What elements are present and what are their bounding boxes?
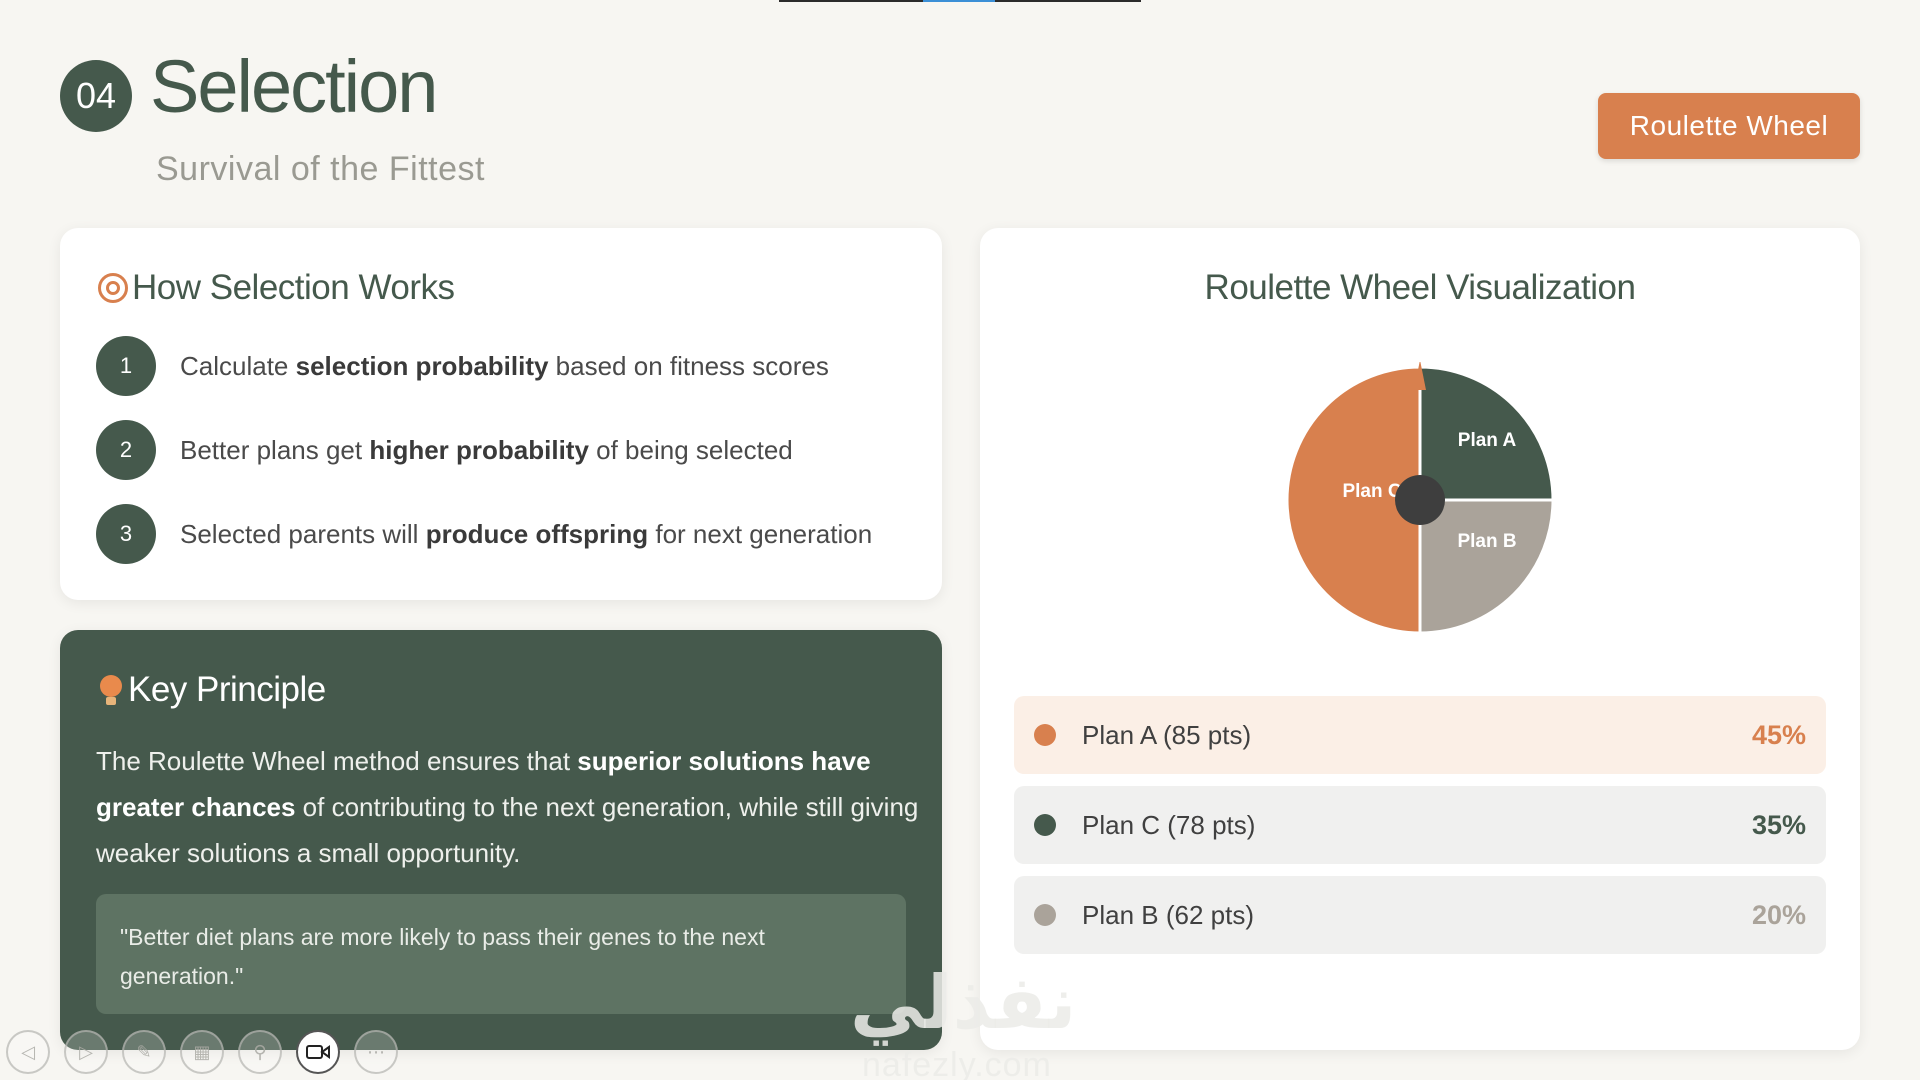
step-text-bold: higher probability xyxy=(369,434,589,465)
plan-percent: 45% xyxy=(1751,719,1806,750)
step-text: Calculate selection probability based on… xyxy=(180,351,829,382)
visualization-title: Roulette Wheel Visualization xyxy=(1204,268,1636,307)
key-principle-card: Key Principle The Roulette Wheel method … xyxy=(60,630,942,1050)
plan-percent: 35% xyxy=(1751,809,1806,840)
roulette-wheel: Plan A Plan B Plan C xyxy=(1285,362,1555,635)
section-number-badge: 04 xyxy=(60,60,132,132)
step-text: Selected parents will produce offspring … xyxy=(180,519,872,550)
roulette-visualization-card: Roulette Wheel Visualization Plan A Plan… xyxy=(980,228,1860,1050)
presentation-toolbar: ◁ ▷ ✎ ▦ ⚲ ⋯ xyxy=(6,1030,398,1074)
step-item: 1 Calculate selection probability based … xyxy=(96,336,829,396)
plan-percent: 20% xyxy=(1751,899,1806,930)
plan-row-c: Plan C (78 pts) 35% xyxy=(1014,786,1826,864)
how-selection-heading: How Selection Works xyxy=(98,268,455,308)
page-title: Selection xyxy=(150,45,438,128)
plan-dot xyxy=(1034,724,1056,746)
step-text-pre: Better plans get xyxy=(180,434,370,465)
lightbulb-icon xyxy=(100,673,122,707)
step-number: 1 xyxy=(96,336,156,396)
plan-row-a: Plan A (85 pts) 45% xyxy=(1014,696,1826,774)
slide-progress-fill xyxy=(923,0,995,2)
watermark-arabic: نفذلي xyxy=(850,960,1077,1046)
pen-icon[interactable]: ✎ xyxy=(122,1030,166,1074)
step-item: 2 Better plans get higher probability of… xyxy=(96,420,793,480)
roulette-wheel-button[interactable]: Roulette Wheel xyxy=(1598,93,1860,159)
plan-label: Plan C (78 pts) xyxy=(1082,809,1256,840)
wheel-slice-plan-b xyxy=(1418,498,1555,635)
key-principle-body: The Roulette Wheel method ensures that s… xyxy=(96,738,926,876)
wheel-label-plan-b: Plan B xyxy=(1457,531,1516,552)
step-text-post: for next generation xyxy=(648,518,873,549)
key-principle-title: Key Principle xyxy=(128,670,326,709)
wheel-hub xyxy=(1395,475,1445,525)
plan-row-b: Plan B (62 pts) 20% xyxy=(1014,876,1826,954)
how-selection-title: How Selection Works xyxy=(132,268,455,307)
quote-box: "Better diet plans are more likely to pa… xyxy=(96,894,906,1014)
video-camera-glyph xyxy=(306,1045,330,1059)
prev-arrow-icon[interactable]: ◁ xyxy=(6,1030,50,1074)
more-options-icon[interactable]: ⋯ xyxy=(354,1030,398,1074)
plan-dot xyxy=(1034,904,1056,926)
step-text-post: based on fitness scores xyxy=(548,350,829,381)
slide-progress-bar xyxy=(779,0,1141,2)
watermark: نفذلي nafezly.com xyxy=(850,960,1076,1080)
step-number: 3 xyxy=(96,504,156,564)
zoom-icon[interactable]: ⚲ xyxy=(238,1030,282,1074)
plan-label: Plan A (85 pts) xyxy=(1082,719,1252,750)
step-text-bold: produce offspring xyxy=(425,518,649,549)
step-item: 3 Selected parents will produce offsprin… xyxy=(96,504,872,564)
step-text: Better plans get higher probability of b… xyxy=(180,435,793,466)
how-selection-card: How Selection Works 1 Calculate selectio… xyxy=(60,228,942,600)
wheel-label-plan-c: Plan C xyxy=(1342,481,1401,502)
plan-dot xyxy=(1034,814,1056,836)
next-arrow-icon[interactable]: ▷ xyxy=(64,1030,108,1074)
video-camera-icon[interactable] xyxy=(296,1030,340,1074)
target-icon xyxy=(98,273,128,303)
key-body-pre: The Roulette Wheel method ensures that xyxy=(96,746,578,776)
slides-grid-icon[interactable]: ▦ xyxy=(180,1030,224,1074)
plan-label: Plan B (62 pts) xyxy=(1082,899,1254,930)
page-subtitle: Survival of the Fittest xyxy=(156,150,485,188)
step-text-pre: Calculate xyxy=(180,350,296,381)
step-text-bold: selection probability xyxy=(295,350,549,381)
step-text-pre: Selected parents will xyxy=(180,518,426,549)
key-principle-heading: Key Principle xyxy=(100,670,326,710)
watermark-latin: nafezly.com xyxy=(862,1046,1052,1080)
step-number: 2 xyxy=(96,420,156,480)
step-text-post: of being selected xyxy=(588,434,793,465)
wheel-label-plan-a: Plan A xyxy=(1458,430,1517,451)
